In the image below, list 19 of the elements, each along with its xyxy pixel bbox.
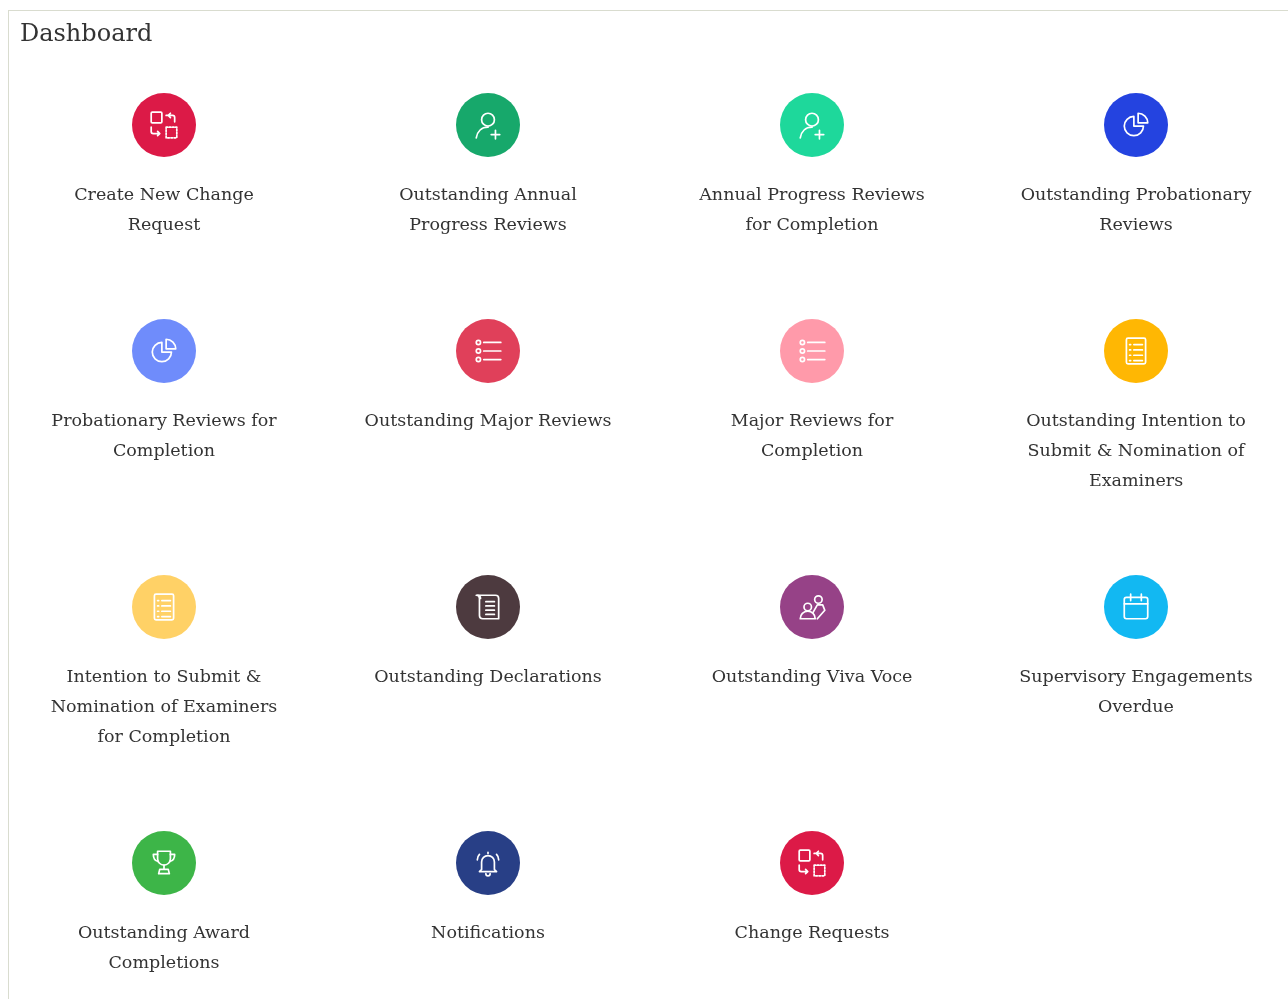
- tile-label[interactable]: Outstanding Annual Progress Reviews: [363, 179, 613, 239]
- tile-label[interactable]: Outstanding Declarations: [363, 661, 613, 691]
- tile-label[interactable]: Outstanding Probationary Reviews: [1011, 179, 1261, 239]
- tile-label[interactable]: Outstanding Major Reviews: [363, 405, 613, 435]
- tile-label[interactable]: Intention to Submit & Nomination of Examiners for Completion: [39, 661, 289, 751]
- calendar-icon: [1120, 591, 1152, 623]
- tile-label[interactable]: Annual Progress Reviews for Completion: [687, 179, 937, 239]
- tile-label[interactable]: Major Reviews for Completion: [687, 405, 937, 465]
- tile-label[interactable]: Outstanding Intention to Submit & Nomination of Examiners: [1011, 405, 1261, 495]
- tile-label[interactable]: Supervisory Engagements Overdue: [1011, 661, 1261, 721]
- tile-label[interactable]: Notifications: [363, 917, 613, 947]
- tile-label[interactable]: Create New Change Request: [39, 179, 289, 239]
- tile-label[interactable]: Outstanding Award Completions: [39, 917, 289, 977]
- swap-icon: [796, 847, 828, 879]
- tile-label[interactable]: Outstanding Viva Voce: [687, 661, 937, 691]
- swap-icon: [148, 109, 180, 141]
- tile-label[interactable]: Probationary Reviews for Completion: [39, 405, 289, 465]
- tile-label[interactable]: Change Requests: [687, 917, 937, 947]
- dashboard-title: Dashboard: [20, 18, 153, 48]
